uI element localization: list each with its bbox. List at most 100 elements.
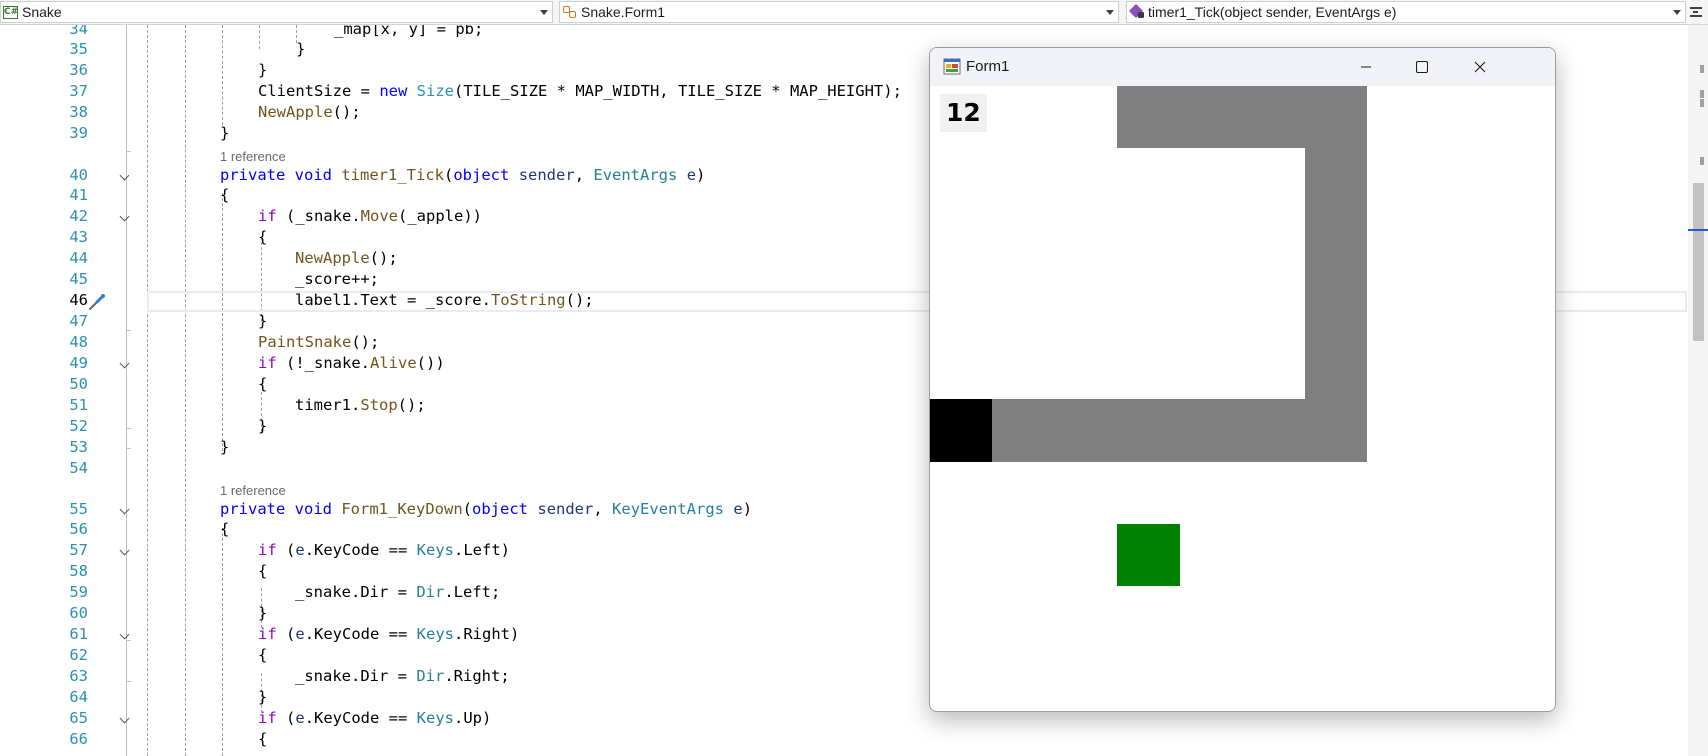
overview-marker — [1700, 157, 1704, 165]
code-text: private void timer1_Tick(object sender, … — [220, 166, 706, 184]
close-button[interactable] — [1452, 48, 1508, 86]
collapse-chevron-icon[interactable] — [121, 631, 129, 639]
close-icon — [1474, 61, 1486, 73]
line-number: 52 — [69, 417, 88, 435]
code-text: { — [220, 186, 230, 204]
vertical-scrollbar[interactable] — [1688, 25, 1708, 756]
collapse-chevron-icon[interactable] — [121, 172, 129, 180]
type-dropdown[interactable]: Snake.Form1 — [559, 1, 1119, 23]
collapse-chevron-icon[interactable] — [121, 506, 129, 514]
window-titlebar[interactable]: Form1 — [930, 48, 1555, 86]
line-number: 43 — [69, 228, 88, 246]
code-text: } — [258, 417, 268, 435]
line-number: 45 — [69, 270, 88, 288]
code-text: } — [258, 688, 268, 706]
line-number: 39 — [69, 124, 88, 142]
overview-marker — [1700, 99, 1704, 107]
line-number: 58 — [69, 562, 88, 580]
minimize-button[interactable] — [1338, 48, 1394, 86]
code-text: if (_snake.Move(_apple)) — [258, 207, 482, 225]
code-text: if (e.KeyCode == Keys.Left) — [258, 541, 510, 559]
line-number: 66 — [69, 730, 88, 748]
member-dropdown[interactable]: timer1_Tick(object sender, EventArgs e) — [1126, 1, 1686, 23]
code-line: 34 _map[x, y] = pb; — [0, 25, 1690, 40]
game-board[interactable]: 12 — [930, 86, 1555, 711]
member-dropdown-label: timer1_Tick(object sender, EventArgs e) — [1148, 4, 1397, 20]
collapse-chevron-icon[interactable] — [121, 715, 129, 723]
collapse-chevron-icon[interactable] — [121, 360, 129, 368]
line-number: 53 — [69, 438, 88, 456]
code-text: _snake.Dir = Dir.Left; — [295, 583, 501, 601]
maximize-button[interactable] — [1394, 48, 1450, 86]
line-number: 50 — [69, 375, 88, 393]
form1-window[interactable]: Form1 12 — [929, 47, 1556, 712]
code-text: } — [258, 61, 268, 79]
code-line: 66 { — [0, 729, 1690, 750]
code-text: { — [258, 646, 268, 664]
code-text: _score++; — [295, 270, 379, 288]
code-text: NewApple(); — [295, 249, 398, 267]
code-text: } — [258, 604, 268, 622]
line-number: 65 — [69, 709, 88, 727]
code-text: private void Form1_KeyDown(object sender… — [220, 500, 753, 518]
line-number: 40 — [69, 166, 88, 184]
score-label: 12 — [940, 94, 987, 132]
line-number: 35 — [69, 40, 88, 58]
line-number: 37 — [69, 82, 88, 100]
quick-actions-screwdriver-icon[interactable] — [88, 293, 106, 311]
line-number: 64 — [69, 688, 88, 706]
apple — [1117, 524, 1180, 586]
collapse-chevron-icon[interactable] — [121, 213, 129, 221]
line-number: 42 — [69, 207, 88, 225]
line-number: 60 — [69, 604, 88, 622]
line-number: 38 — [69, 103, 88, 121]
winforms-app-icon — [943, 58, 961, 75]
snake-head — [930, 399, 992, 462]
line-number: 56 — [69, 520, 88, 538]
split-window-icon[interactable] — [1690, 5, 1702, 19]
line-number: 62 — [69, 646, 88, 664]
codelens-references[interactable]: 1 reference — [220, 146, 286, 167]
code-text: _snake.Dir = Dir.Right; — [295, 667, 510, 685]
line-number: 36 — [69, 61, 88, 79]
project-dropdown[interactable]: C# Snake — [0, 1, 553, 23]
code-text: } — [296, 40, 306, 58]
code-text: } — [220, 438, 230, 456]
chevron-down-icon — [1106, 10, 1114, 15]
code-text: { — [258, 228, 268, 246]
code-text: NewApple(); — [258, 103, 361, 121]
line-number: 55 — [69, 500, 88, 518]
snake-body-segment — [992, 399, 1367, 462]
project-dropdown-label: Snake — [22, 4, 62, 20]
maximize-icon — [1416, 61, 1428, 73]
line-number: 51 — [69, 396, 88, 414]
line-number: 54 — [69, 459, 88, 477]
chevron-down-icon — [1673, 10, 1681, 15]
line-number: 44 — [69, 249, 88, 267]
code-text: PaintSnake(); — [258, 333, 380, 351]
line-number: 47 — [69, 312, 88, 330]
caret-position-marker — [1688, 229, 1708, 231]
code-text: timer1.Stop(); — [295, 396, 426, 414]
chevron-down-icon — [540, 10, 548, 15]
code-text: if (e.KeyCode == Keys.Up) — [258, 709, 492, 727]
collapse-chevron-icon[interactable] — [121, 547, 129, 555]
fold-end-tick — [126, 151, 131, 152]
line-number: 61 — [69, 625, 88, 643]
code-text: { — [220, 520, 230, 538]
code-text: } — [220, 124, 230, 142]
code-text: ClientSize = new Size(TILE_SIZE * MAP_WI… — [258, 82, 902, 100]
code-text: _map[x, y] = pb; — [334, 25, 484, 38]
code-text: label1.Text = _score.ToString(); — [295, 291, 594, 309]
type-dropdown-label: Snake.Form1 — [581, 4, 666, 20]
navigation-bar: C# Snake Snake.Form1 timer1_Tick(object … — [0, 0, 1708, 25]
class-icon — [562, 5, 578, 19]
line-number: 34 — [69, 25, 88, 38]
codelens-references[interactable]: 1 reference — [220, 480, 286, 501]
minimize-icon — [1361, 66, 1371, 68]
private-method-icon — [1128, 3, 1145, 19]
code-text: { — [258, 730, 268, 748]
window-title: Form1 — [966, 58, 1010, 75]
scrollbar-thumb[interactable] — [1693, 183, 1704, 341]
line-number: 41 — [69, 186, 88, 204]
